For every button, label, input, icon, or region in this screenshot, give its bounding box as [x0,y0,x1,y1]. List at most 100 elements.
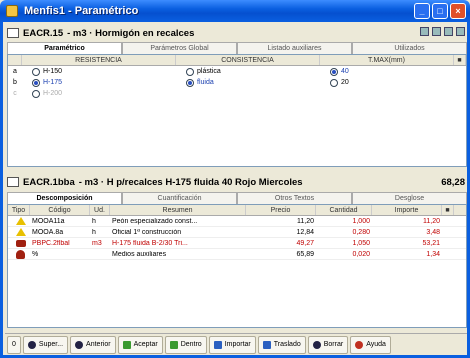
import-label: Importar [224,341,251,348]
delete-label: Borrar [323,341,344,348]
tab-otros-textos[interactable]: Otros Textos [237,192,352,204]
type-cell [8,239,30,247]
inside-button[interactable]: Dentro [164,335,207,354]
resumen-cell: Oficial 1ª construcción [112,228,182,236]
column-options-icon[interactable]: ■ [454,55,466,65]
table-row[interactable]: PBPC.2flbal m3 H-175 fluida B-2/30 Tri... 4… [8,238,466,249]
bottom-toolbar: 0 Super... Anterior Aceptar Dentro Impor… [5,333,467,355]
type-cell [8,249,30,259]
delete-button[interactable]: Borrar [307,335,349,354]
import-button[interactable]: Importar [208,335,256,354]
tab-utilizados[interactable]: Utilizados [352,42,467,54]
radio-button[interactable] [186,67,194,76]
table-row[interactable]: MOOA.8a h Oficial 1ª construcción 12,84 0,28… [8,227,466,238]
super-label: Super... [38,341,64,348]
tool-icon[interactable] [444,27,453,36]
previous-button[interactable]: Anterior [70,335,116,354]
codigo-cell: PBPC.2flbal [32,239,70,247]
transfer-button[interactable]: Traslado [257,335,306,354]
resumen-cell: Medios auxiliares [112,250,167,258]
row-key: b [13,79,17,86]
super-button[interactable]: Super... [22,335,69,354]
parametric-column-header: RESISTENCIA CONSISTENCIA T.MAX(mm) ■ [8,55,466,66]
cantidad-cell: 0,020 [352,250,370,258]
radio-button[interactable] [32,67,40,76]
warning-icon [16,228,26,236]
cantidad-cell: 1,000 [352,217,370,225]
column-header: Cantidad [316,205,372,215]
tab-listado-auxiliares[interactable]: Listado auxiliares [237,42,352,54]
bottom-panel-total: 68,28 [441,176,465,188]
precio-cell: 65,89 [296,250,314,258]
tmax-label: 20 [341,79,349,86]
tab-desglose[interactable]: Desglose [352,192,467,204]
inside-label: Dentro [180,341,202,348]
accept-button[interactable]: Aceptar [117,335,163,354]
resistencia-label: H-175 [43,79,63,86]
tab-parametrico[interactable]: Paramétrico [7,42,122,54]
consistencia-option[interactable]: fluida [176,78,320,87]
tab-descomposicion[interactable]: Descomposición [7,192,122,204]
minimize-button[interactable]: _ [414,3,430,19]
help-button[interactable]: Ayuda [350,335,391,354]
consistencia-option[interactable]: plástica [176,67,320,76]
row-key: c [13,90,17,97]
resumen-cell: H-175 fluida B-2/30 Tri... [112,239,188,247]
parametric-rows: a H-150 plástica 40 b H-175 fluida 20 c H-200 [8,66,466,99]
check-icon [122,340,131,349]
left-arrow-icon [75,340,84,349]
bottom-panel-code: EACR.1bba [23,176,75,188]
counter-button[interactable]: 0 [7,335,21,354]
maximize-button[interactable]: □ [432,3,448,19]
top-panel-title: - m3 · Hormigón en recalces [67,27,195,39]
resistencia-option[interactable]: H-200 [22,89,176,98]
tab-parametros-global[interactable]: Parámetros Global [122,42,237,54]
table-row[interactable]: MOOA11a h Peón especializado const... 11,20… [8,216,466,227]
resistencia-option[interactable]: H-150 [22,67,176,76]
tab-cuantificacion[interactable]: Cuantificación [122,192,237,204]
help-label: Ayuda [366,341,386,348]
accept-label: Aceptar [133,341,158,348]
import-icon [213,340,222,349]
radio-button[interactable] [32,89,40,98]
bottom-panel-title: - m3 · H p/recalces H-175 fluida 40 Rojo… [78,176,303,188]
radio-button[interactable] [32,78,40,87]
tool-icon[interactable] [456,27,465,36]
column-options-icon[interactable]: ■ [442,205,454,215]
delete-icon [312,340,321,349]
radio-button[interactable] [330,67,338,76]
precio-cell: 49,27 [296,239,314,247]
column-header: Precio [246,205,316,215]
codigo-cell: % [32,250,39,258]
transfer-label: Traslado [273,341,301,348]
warning-icon [16,217,26,225]
key-column-header [8,55,22,65]
counter-label: 0 [12,341,16,348]
parametric-panel: RESISTENCIA CONSISTENCIA T.MAX(mm) ■ a H-… [7,54,467,167]
top-tabs: Paramétrico Parámetros Global Listado au… [7,42,467,54]
parametric-row: c H-200 [8,88,466,99]
importe-cell: 11,20 [423,217,440,225]
tmax-option[interactable]: 40 [320,67,454,76]
close-button[interactable]: × [450,3,466,19]
top-panel-header: EACR.15 - m3 · Hormigón en recalces [7,25,467,41]
table-row[interactable]: % Medios auxiliares 65,89 0,020 1,34 [8,249,466,260]
parametric-row: a H-150 plástica 40 [8,66,466,77]
tool-icon[interactable] [432,27,441,36]
ud-cell: h [92,217,96,225]
column-header: T.MAX(mm) [320,55,454,65]
radio-button[interactable] [330,78,338,87]
column-header: Ud. [90,205,110,215]
tmax-option[interactable]: 20 [320,78,454,87]
top-panel-tools [420,27,465,36]
document-icon [7,28,19,38]
title-bar: Menfis1 - Paramétrico _ □ × [0,0,470,22]
decomposition-rows: MOOA11a h Peón especializado const... 11,20… [8,216,466,260]
tool-icon[interactable] [420,27,429,36]
column-header: RESISTENCIA [22,55,176,65]
radio-button[interactable] [186,78,194,87]
parametric-row: b H-175 fluida 20 [8,77,466,88]
resistencia-option[interactable]: H-175 [22,78,176,87]
decomposition-table: Tipo Código Ud. Resumen Precio Cantidad … [7,204,467,328]
resumen-cell: Peón especializado const... [112,217,198,225]
